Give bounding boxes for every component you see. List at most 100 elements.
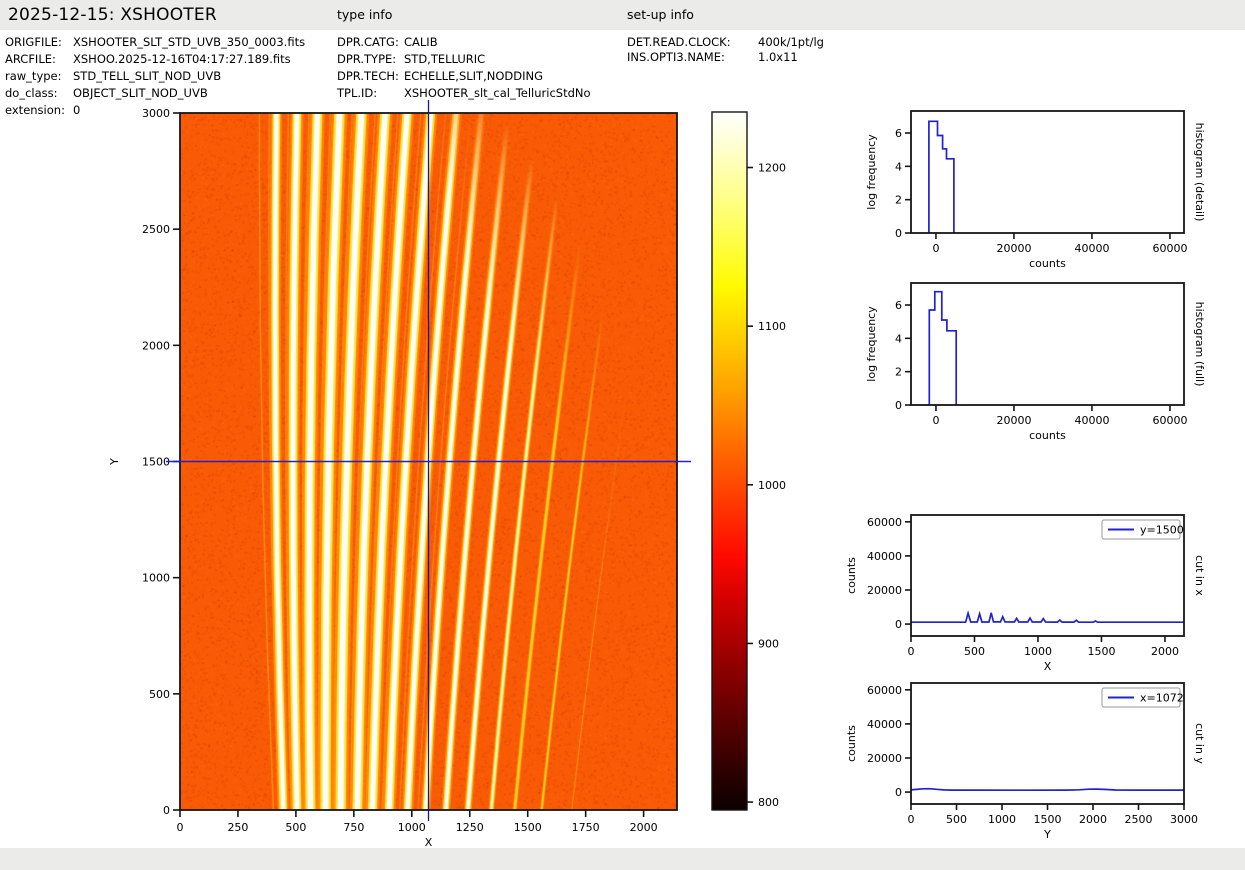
header-bar: 2025-12-15: XSHOOTER type info set-up in… xyxy=(0,0,1245,30)
qc-rawdisp-page: 2025-12-15: XSHOOTER type info set-up in… xyxy=(0,0,1245,870)
x-tick-label: 0 xyxy=(932,242,939,255)
type-info-label: DPR.CATG: xyxy=(337,35,399,49)
x-tick-label: 1750 xyxy=(572,821,600,834)
x-tick-label: 1000 xyxy=(988,813,1016,826)
y-tick-label: 6 xyxy=(895,127,902,140)
type-info-value: CALIB xyxy=(404,35,438,49)
cut-in-y-legend xyxy=(1101,687,1181,708)
y-tick-label: 4 xyxy=(895,332,902,345)
cut-in-y-panel-title: cut in y xyxy=(1193,723,1206,764)
x-tick-label: 3000 xyxy=(1170,813,1198,826)
type-info-heading: type info xyxy=(337,7,393,22)
x-tick-label: 1000 xyxy=(398,821,426,834)
y-tick-label: 2 xyxy=(895,194,902,207)
histogram-full-xlabel: counts xyxy=(1029,429,1066,442)
type-info-value: ECHELLE,SLIT,NODDING xyxy=(404,69,543,83)
histogram-detail-line xyxy=(928,120,955,233)
x-tick-label: 20000 xyxy=(996,242,1031,255)
colorbar xyxy=(711,111,748,811)
cut-in-x-panel-title: cut in x xyxy=(1193,555,1206,596)
histogram-full-panel-title: histogram (full) xyxy=(1193,302,1206,387)
y-tick-label: 20000 xyxy=(867,752,902,765)
y-tick-label: 60000 xyxy=(867,684,902,697)
cut-in-x-ylabel: counts xyxy=(845,557,858,594)
x-tick-label: 2500 xyxy=(1125,813,1153,826)
y-tick-label: 500 xyxy=(149,688,170,701)
y-tick-label: 40000 xyxy=(867,718,902,731)
y-tick-label: 2000 xyxy=(142,339,170,352)
x-tick-label: 40000 xyxy=(1074,414,1109,427)
file-info-label: raw_type: xyxy=(5,69,62,83)
x-tick-label: 500 xyxy=(946,813,967,826)
setup-info-label: INS.OPTI3.NAME: xyxy=(627,50,725,64)
histogram-detail-frame xyxy=(910,110,1185,234)
type-info-label: TPL.ID: xyxy=(337,86,378,100)
y-tick-label: 20000 xyxy=(867,584,902,597)
histogram-full-frame xyxy=(910,282,1185,406)
x-tick-label: 750 xyxy=(343,821,364,834)
y-tick-label: 2500 xyxy=(142,223,170,236)
y-tick-label: 0 xyxy=(895,227,902,240)
y-tick-label: 60000 xyxy=(867,516,902,529)
y-tick-label: 40000 xyxy=(867,550,902,563)
echelle-image-canvas xyxy=(180,113,677,810)
x-tick-label: 2000 xyxy=(630,821,658,834)
x-tick-label: 500 xyxy=(285,821,306,834)
histogram-detail-ylabel: log frequency xyxy=(865,134,878,210)
setup-info-value: 400k/1pt/lg xyxy=(758,35,824,49)
cut-in-y-line xyxy=(911,787,1184,792)
histogram-detail-xlabel: counts xyxy=(1029,257,1066,270)
cut-in-x-legend xyxy=(1101,519,1181,540)
cut-in-x-xlabel: X xyxy=(1044,660,1052,673)
histogram-full-ylabel: log frequency xyxy=(865,306,878,382)
main-image-ylabel: Y xyxy=(108,458,121,466)
y-tick-label: 1500 xyxy=(142,456,170,469)
cut-in-y-ylabel: counts xyxy=(845,725,858,762)
x-tick-label: 0 xyxy=(908,813,915,826)
x-tick-label: 0 xyxy=(908,645,915,658)
colorbar-tick-label: 1200 xyxy=(758,162,786,175)
y-tick-label: 4 xyxy=(895,160,902,173)
y-tick-label: 0 xyxy=(895,618,902,631)
file-info-label: ARCFILE: xyxy=(5,52,56,66)
y-tick-label: 0 xyxy=(895,786,902,799)
type-info-label: DPR.TECH: xyxy=(337,69,399,83)
x-tick-label: 2000 xyxy=(1151,645,1179,658)
cut-in-x-legend-label: y=1500 xyxy=(1140,524,1184,537)
x-tick-label: 60000 xyxy=(1152,414,1187,427)
x-tick-label: 40000 xyxy=(1074,242,1109,255)
cut-in-x-frame xyxy=(910,514,1185,637)
file-info-label: ORIGFILE: xyxy=(5,35,62,49)
x-tick-label: 1000 xyxy=(1024,645,1052,658)
y-tick-label: 0 xyxy=(163,804,170,817)
x-tick-label: 2000 xyxy=(1079,813,1107,826)
histogram-detail-panel-title: histogram (detail) xyxy=(1193,123,1206,222)
y-tick-label: 6 xyxy=(895,299,902,312)
setup-info-label: DET.READ.CLOCK: xyxy=(627,35,731,49)
setup-info-heading: set-up info xyxy=(627,7,694,22)
cut-in-x-line xyxy=(911,610,1184,624)
colorbar-tick-label: 900 xyxy=(758,637,779,650)
file-info-value: XSHOOTER_SLT_STD_UVB_350_0003.fits xyxy=(73,35,306,49)
type-info-value: STD,TELLURIC xyxy=(404,52,486,66)
y-tick-label: 3000 xyxy=(142,107,170,120)
x-tick-label: 500 xyxy=(964,645,985,658)
file-info-value: XSHOO.2025-12-16T04:17:27.189.fits xyxy=(73,52,291,66)
type-info-value: XSHOOTER_slt_cal_TelluricStdNo xyxy=(404,86,591,100)
x-tick-label: 0 xyxy=(177,821,184,834)
x-tick-label: 60000 xyxy=(1152,242,1187,255)
file-info-value: STD_TELL_SLIT_NOD_UVB xyxy=(73,69,222,83)
file-info-label: extension: xyxy=(5,103,65,117)
page-title: 2025-12-15: XSHOOTER xyxy=(8,5,217,25)
y-tick-label: 1000 xyxy=(142,572,170,585)
cut-in-y-xlabel: Y xyxy=(1043,828,1051,841)
type-info-label: DPR.TYPE: xyxy=(337,52,397,66)
x-tick-label: 0 xyxy=(932,414,939,427)
x-tick-label: 250 xyxy=(227,821,248,834)
x-tick-label: 1500 xyxy=(1087,645,1115,658)
file-info-label: do_class: xyxy=(5,86,58,100)
footer-bar: powered by QC: www.eso.org/HC created by… xyxy=(0,848,1245,870)
colorbar-tick-label: 1000 xyxy=(758,479,786,492)
y-tick-label: 0 xyxy=(895,399,902,412)
cut-in-y-frame xyxy=(910,682,1185,805)
